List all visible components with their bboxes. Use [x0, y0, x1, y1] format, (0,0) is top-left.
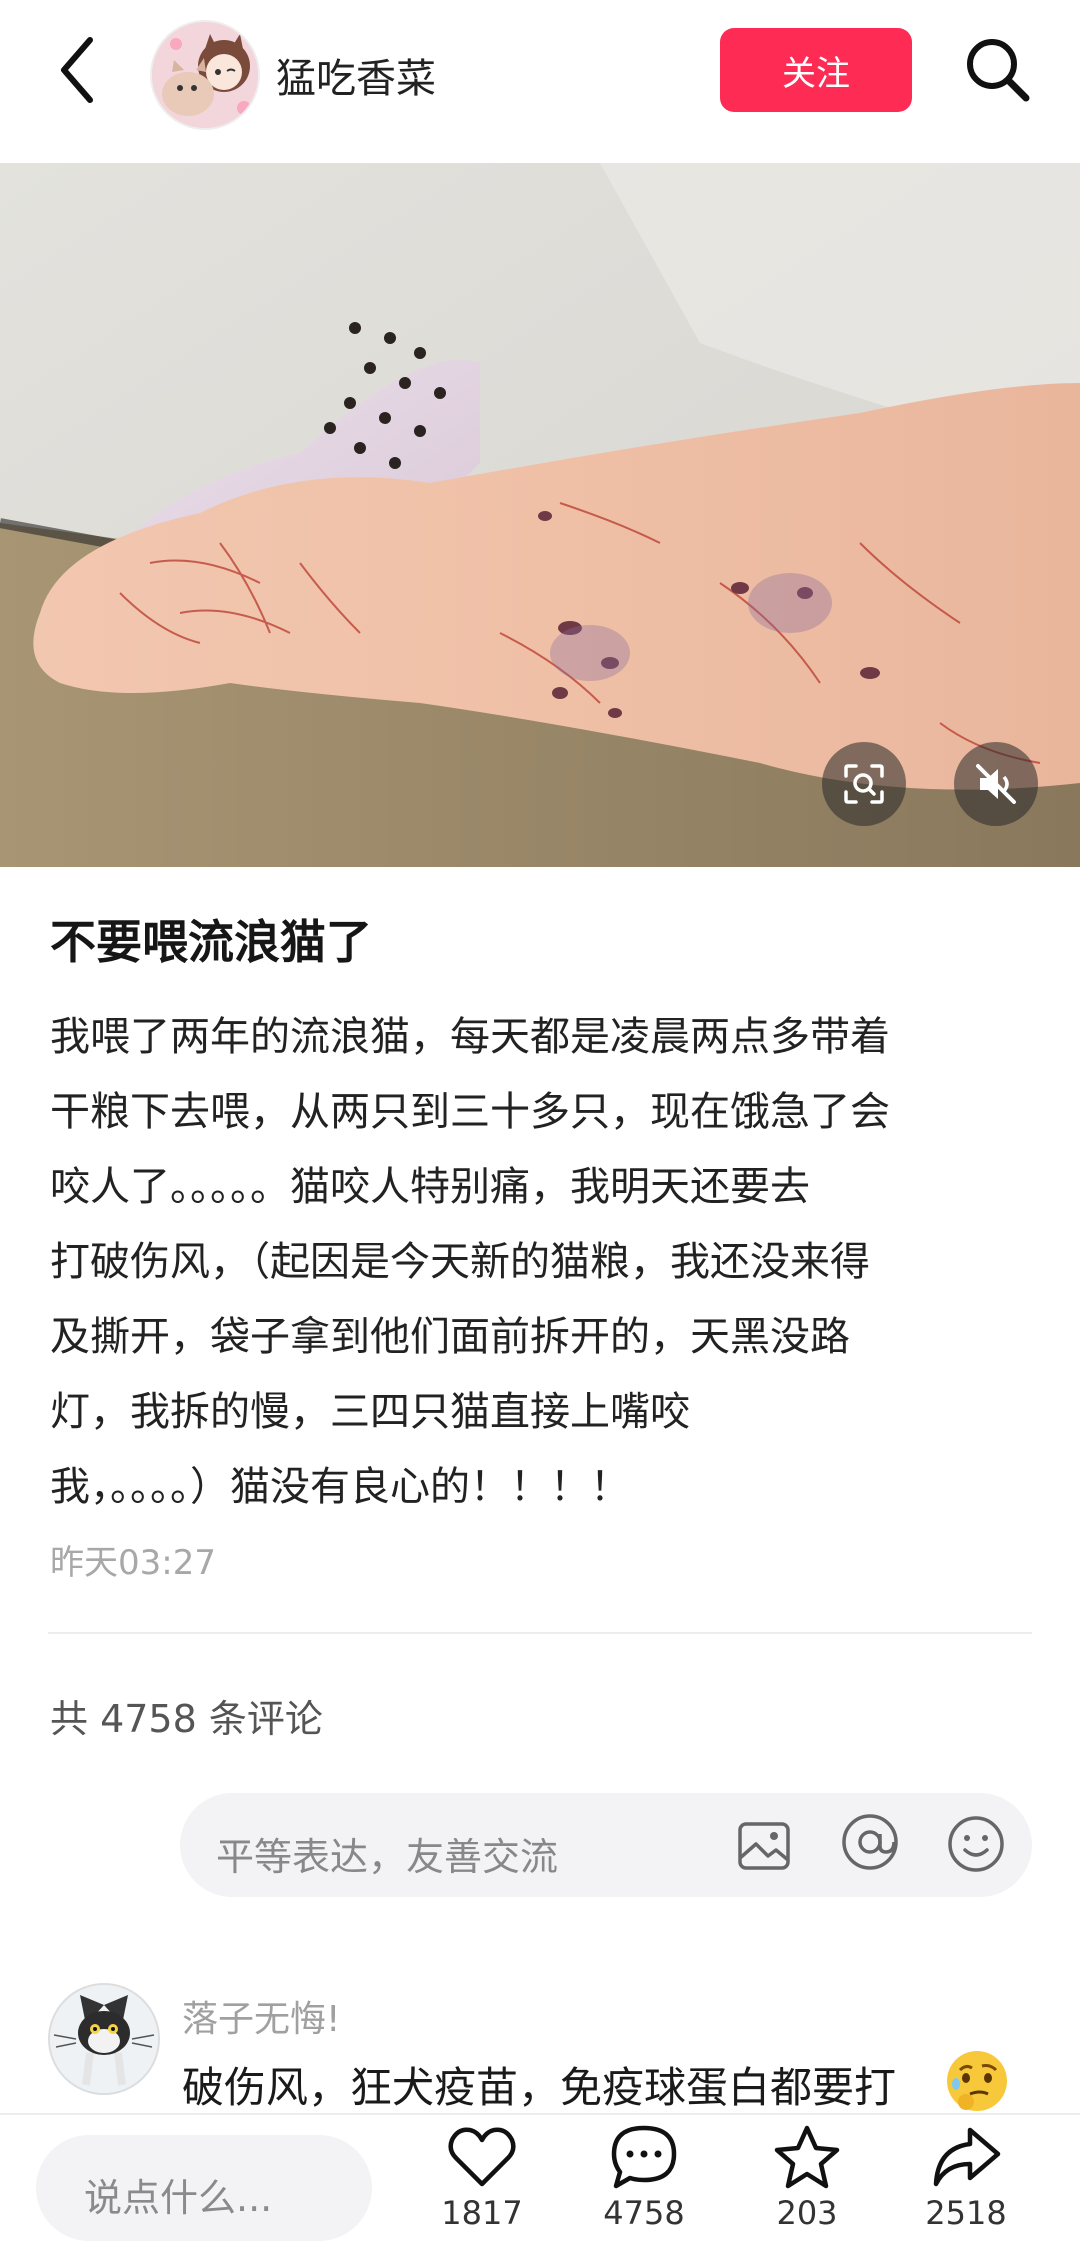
image-icon[interactable]	[736, 1818, 792, 1874]
divider	[48, 1632, 1032, 1634]
post-body: 我喂了两年的流浪猫，每天都是凌晨两点多带着 干粮下去喂，从两只到三十多只，现在饿…	[50, 1000, 1010, 1525]
search-icon[interactable]	[958, 30, 1038, 110]
collect-button[interactable]: 203	[747, 2124, 867, 2232]
scan-icon[interactable]	[822, 742, 906, 826]
follow-button[interactable]: 关注	[720, 28, 912, 112]
share-count: 2518	[925, 2194, 1007, 2232]
heart-icon	[448, 2127, 516, 2187]
post-body-line: 干粮下去喂，从两只到三十多只，现在饿急了会	[50, 1089, 890, 1135]
post-body-line: 咬人了。。。。。猫咬人特别痛，我明天还要去	[50, 1164, 810, 1210]
share-button[interactable]: 2518	[906, 2124, 1026, 2232]
author-name[interactable]: 猛吃香菜	[276, 46, 436, 104]
say-something-placeholder[interactable]: 说点什么...	[84, 2167, 272, 2222]
comment-count: 共 4758 条评论	[50, 1697, 323, 1741]
star-icon	[774, 2125, 840, 2189]
post-body-line: 我，。。。。）猫没有良心的！！！！	[50, 1464, 630, 1510]
post-body-line: 我喂了两年的流浪猫，每天都是凌晨两点多带着	[50, 1014, 890, 1060]
comment-count-bottom: 4758	[603, 2194, 685, 2232]
emoji-icon[interactable]	[946, 1814, 1006, 1874]
post-title: 不要喂流浪猫了	[50, 915, 372, 969]
like-count: 1817	[441, 2194, 523, 2232]
comment-button[interactable]: 4758	[584, 2124, 704, 2232]
back-icon[interactable]	[50, 30, 110, 110]
share-arrow-icon	[933, 2127, 1001, 2187]
volume-mute-icon[interactable]	[954, 742, 1038, 826]
post-timestamp: 昨天03:27	[50, 1543, 216, 1583]
author-avatar[interactable]	[150, 20, 260, 130]
post-body-line: 及撕开，袋子拿到他们面前拆开的，天黑没路	[50, 1314, 850, 1360]
collect-count: 203	[776, 2194, 838, 2232]
like-button[interactable]: 1817	[422, 2124, 542, 2232]
comment-input-placeholder[interactable]: 平等表达，友善交流	[216, 1826, 558, 1881]
mention-icon[interactable]	[840, 1812, 900, 1872]
comment-text: 破伤风，狂犬疫苗，免疫球蛋白都要打	[182, 2063, 897, 2112]
comment-icon	[611, 2125, 677, 2189]
thinking-face-icon	[944, 2048, 1010, 2114]
post-body-line: 灯，我拆的慢，三四只猫直接上嘴咬	[50, 1389, 690, 1435]
commenter-avatar[interactable]	[48, 1983, 160, 2095]
commenter-username[interactable]: 落子无悔!	[182, 1990, 340, 2042]
post-image[interactable]	[0, 163, 1080, 867]
post-body-line: 打破伤风，（起因是今天新的猫粮，我还没来得	[50, 1239, 870, 1285]
